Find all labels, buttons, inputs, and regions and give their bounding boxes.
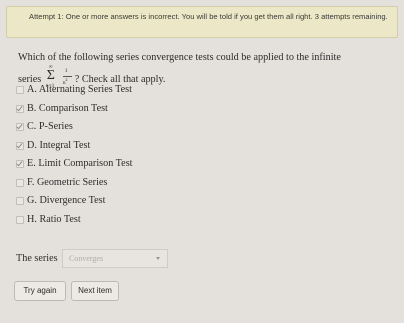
option-h-label: H. Ratio Test: [27, 213, 81, 225]
converges-select-value: Converges: [69, 254, 104, 263]
attempt-alert: Attempt 1: One or more answers is incorr…: [6, 6, 398, 38]
chevron-down-icon: [156, 257, 160, 260]
option-g-label: G. Divergence Test: [27, 195, 106, 206]
question-line-1: Which of the following series convergenc…: [18, 52, 341, 63]
checkbox-a[interactable]: [16, 86, 24, 94]
option-c[interactable]: C. P-Series: [14, 118, 214, 136]
option-f[interactable]: F. Geometric Series: [14, 174, 214, 192]
option-c-label: C. P-Series: [27, 121, 73, 132]
converges-select[interactable]: Converges: [62, 249, 168, 268]
attempt-alert-text: Attempt 1: One or more answers is incorr…: [29, 12, 388, 21]
option-e[interactable]: E. Limit Comparison Test: [14, 155, 214, 173]
option-g[interactable]: G. Divergence Test: [14, 192, 214, 210]
checkbox-d[interactable]: [16, 141, 24, 150]
checkbox-f[interactable]: [16, 178, 24, 187]
option-a-label: A. Alternating Series Test: [27, 84, 132, 95]
fraction-numerator: 1: [64, 68, 68, 74]
option-d[interactable]: D. Integral Test: [14, 137, 214, 155]
option-f-label: F. Geometric Series: [27, 176, 108, 188]
checkbox-h[interactable]: [16, 215, 24, 224]
option-d-label: D. Integral Test: [27, 139, 91, 151]
option-a[interactable]: A. Alternating Series Test: [14, 81, 214, 99]
option-e-label: E. Limit Comparison Test: [27, 158, 133, 169]
checkbox-e[interactable]: [16, 160, 24, 168]
option-h[interactable]: H. Ratio Test: [14, 211, 214, 229]
option-b-label: B. Comparison Test: [27, 102, 108, 114]
checkbox-g[interactable]: [16, 197, 24, 205]
option-b[interactable]: B. Comparison Test: [14, 100, 214, 118]
try-again-button[interactable]: Try again: [14, 281, 66, 301]
series-conclusion-label: The series: [16, 253, 58, 264]
next-item-button[interactable]: Next item: [71, 281, 119, 301]
checkbox-b[interactable]: [16, 104, 24, 113]
checkbox-c[interactable]: [16, 123, 24, 131]
